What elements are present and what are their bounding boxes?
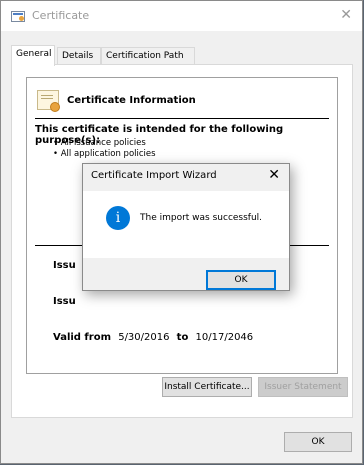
dialog-message: The import was successful. bbox=[140, 213, 263, 223]
info-title: Certificate Information bbox=[67, 95, 196, 106]
divider bbox=[35, 118, 329, 119]
issued-to-label: Issu bbox=[53, 260, 76, 271]
list-item: • All application policies bbox=[53, 149, 156, 159]
dialog-title: Certificate Import Wizard bbox=[91, 170, 217, 181]
validity-row: Valid from 5/30/2016 to 10/17/2046 bbox=[53, 332, 253, 343]
list-item: • All issuance policies bbox=[53, 138, 146, 148]
dialog-ok-button[interactable]: OK bbox=[206, 270, 276, 290]
tab-general[interactable]: General bbox=[11, 45, 55, 66]
import-wizard-dialog: Certificate Import Wizard ✕ i The import… bbox=[82, 163, 290, 291]
ok-button[interactable]: OK bbox=[284, 432, 352, 452]
dialog-body: i The import was successful. bbox=[83, 191, 289, 258]
valid-from-label: Valid from bbox=[53, 332, 112, 343]
tab-certification-path[interactable]: Certification Path bbox=[101, 47, 195, 64]
valid-from-date: 5/30/2016 bbox=[118, 332, 170, 343]
issuer-statement-button[interactable]: Issuer Statement bbox=[258, 377, 348, 397]
certificate-icon bbox=[37, 90, 60, 112]
info-icon: i bbox=[106, 206, 130, 230]
tab-details[interactable]: Details bbox=[57, 47, 101, 64]
to-label: to bbox=[176, 332, 189, 343]
certificate-icon bbox=[11, 11, 25, 22]
window-title: Certificate bbox=[32, 9, 90, 22]
issued-by-label: Issu bbox=[53, 296, 76, 307]
valid-to-date: 10/17/2046 bbox=[195, 332, 254, 343]
close-icon[interactable]: ✕ bbox=[268, 167, 280, 183]
purpose-list: • All issuance policies • All applicatio… bbox=[53, 138, 156, 160]
install-certificate-button[interactable]: Install Certificate... bbox=[162, 377, 252, 397]
close-icon[interactable]: ✕ bbox=[340, 7, 352, 23]
titlebar: Certificate ✕ bbox=[1, 1, 362, 31]
